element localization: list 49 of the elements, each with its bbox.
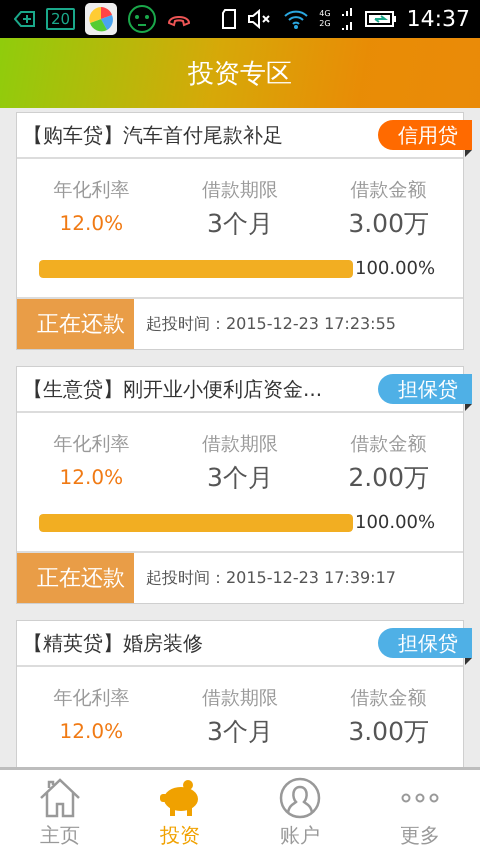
network-label: 2G: [319, 19, 331, 29]
stat-value: 3.00万: [348, 716, 429, 748]
status-label: 正在还款: [17, 553, 134, 603]
loan-title: 【购车贷】汽车首付尾款补足: [23, 122, 283, 148]
loan-title: 【生意贷】刚开业小便利店资金...: [23, 376, 322, 402]
face-icon: [127, 4, 158, 34]
stat-label: 借款金额: [350, 178, 427, 203]
stat-value: 12.0%: [60, 718, 124, 743]
progress-percent: 100.00%: [355, 512, 436, 533]
sd-card-icon: [221, 9, 238, 29]
loan-type-tag: 担保贷: [378, 374, 472, 404]
stat-label: 年化利率: [53, 686, 130, 711]
clock-time: 14:37: [406, 6, 470, 32]
stat-label: 借款期限: [202, 178, 278, 203]
more-icon: [400, 792, 440, 804]
stat-value: 3个月: [207, 208, 273, 240]
status-label: 正在还款: [17, 299, 134, 349]
stat-label: 年化利率: [53, 178, 130, 203]
stat-label: 借款期限: [202, 432, 278, 457]
start-time: 起投时间：2015-12-23 17:39:17: [146, 568, 396, 588]
loan-title: 【精英贷】婚房装修: [23, 630, 203, 656]
loan-type-tag: 担保贷: [378, 628, 472, 658]
nav-tab[interactable]: 主页: [0, 770, 120, 854]
signal-icon: [340, 6, 355, 32]
stat-value: 3个月: [207, 462, 273, 494]
add-tag-icon: [14, 10, 36, 28]
stat-label: 借款金额: [350, 432, 427, 457]
progress-percent: 100.00%: [355, 258, 436, 279]
user-icon: [279, 776, 321, 818]
stat-value: 12.0%: [60, 210, 124, 235]
home-icon: [39, 778, 81, 818]
network-label: 4G: [319, 9, 331, 19]
stat-label: 年化利率: [53, 432, 130, 457]
app-icon: [85, 3, 118, 35]
page-title: 投资专区: [188, 58, 292, 90]
stat-label: 借款期限: [202, 686, 278, 711]
wifi-icon: [283, 9, 310, 29]
battery-icon: [364, 11, 397, 27]
start-time: 起投时间：2015-12-23 17:23:55: [146, 314, 396, 334]
stat-value: 2.00万: [348, 462, 429, 494]
stat-value: 3.00万: [348, 208, 429, 240]
nav-tab[interactable]: 账户: [240, 770, 360, 854]
loan-type-tag: 信用贷: [378, 120, 472, 150]
nav-tab[interactable]: 投资: [120, 770, 240, 854]
stat-label: 借款金额: [350, 686, 427, 711]
nav-tab[interactable]: 更多: [360, 770, 480, 854]
stat-value: 3个月: [207, 716, 273, 748]
notification-badge: 20: [46, 8, 76, 30]
stat-value: 12.0%: [60, 464, 124, 489]
